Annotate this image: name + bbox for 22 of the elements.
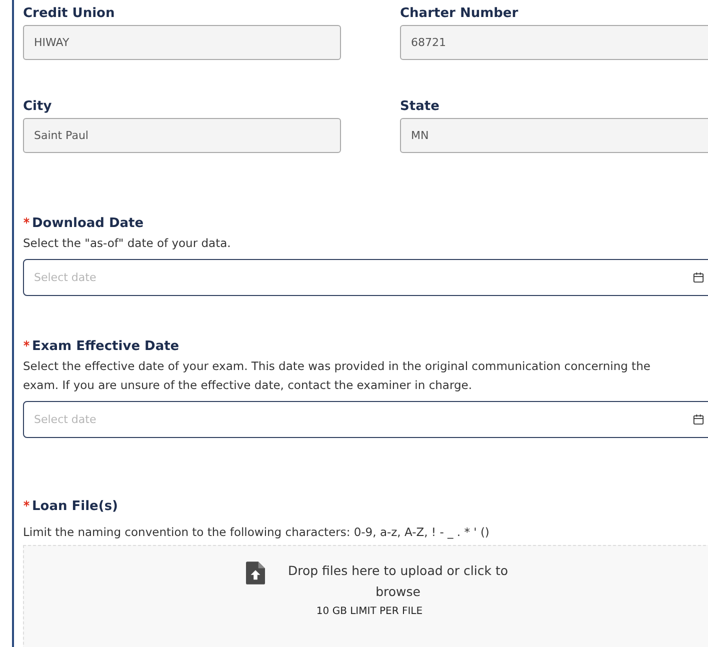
readonly-field[interactable]: HIWAY — [23, 25, 341, 60]
field-label: State — [400, 98, 440, 115]
field-label: Credit Union — [23, 5, 116, 22]
upload-prompt: Drop files here to upload or click to browse — [287, 562, 509, 601]
field-label: City — [23, 98, 53, 115]
readonly-field[interactable]: Saint Paul — [23, 118, 341, 153]
help-text: Select the "as-of" date of your data. — [23, 235, 232, 252]
calendar-icon[interactable] — [693, 414, 704, 425]
calendar-icon[interactable] — [693, 272, 704, 283]
date-field[interactable]: Select date — [23, 401, 708, 438]
field-label: Download Date — [32, 215, 144, 232]
field-label: Charter Number — [400, 5, 520, 22]
date-field[interactable]: Select date — [23, 259, 708, 296]
help-text: Limit the naming convention to the following characters: 0-9, a-z, A-Z, ! - _ . * ' () — [23, 524, 490, 541]
file-drop-zone[interactable]: Drop files here to upload or click to browse 10 GB LIMIT PER FILE — [23, 545, 708, 647]
field-label: Exam Effective Date — [32, 338, 180, 355]
upload-limit-text: 10 GB LIMIT PER FILE — [316, 606, 423, 617]
readonly-field[interactable]: MN — [400, 118, 708, 153]
readonly-field[interactable]: 68721 — [400, 25, 708, 60]
help-text: Select the effective date of your exam. This date was provided in the original communication concerning the exam. If you are unsure of the effective date, contact the examiner in charge. — [23, 358, 652, 394]
file-upload-icon — [246, 561, 265, 585]
field-label: Loan File(s) — [32, 498, 118, 515]
